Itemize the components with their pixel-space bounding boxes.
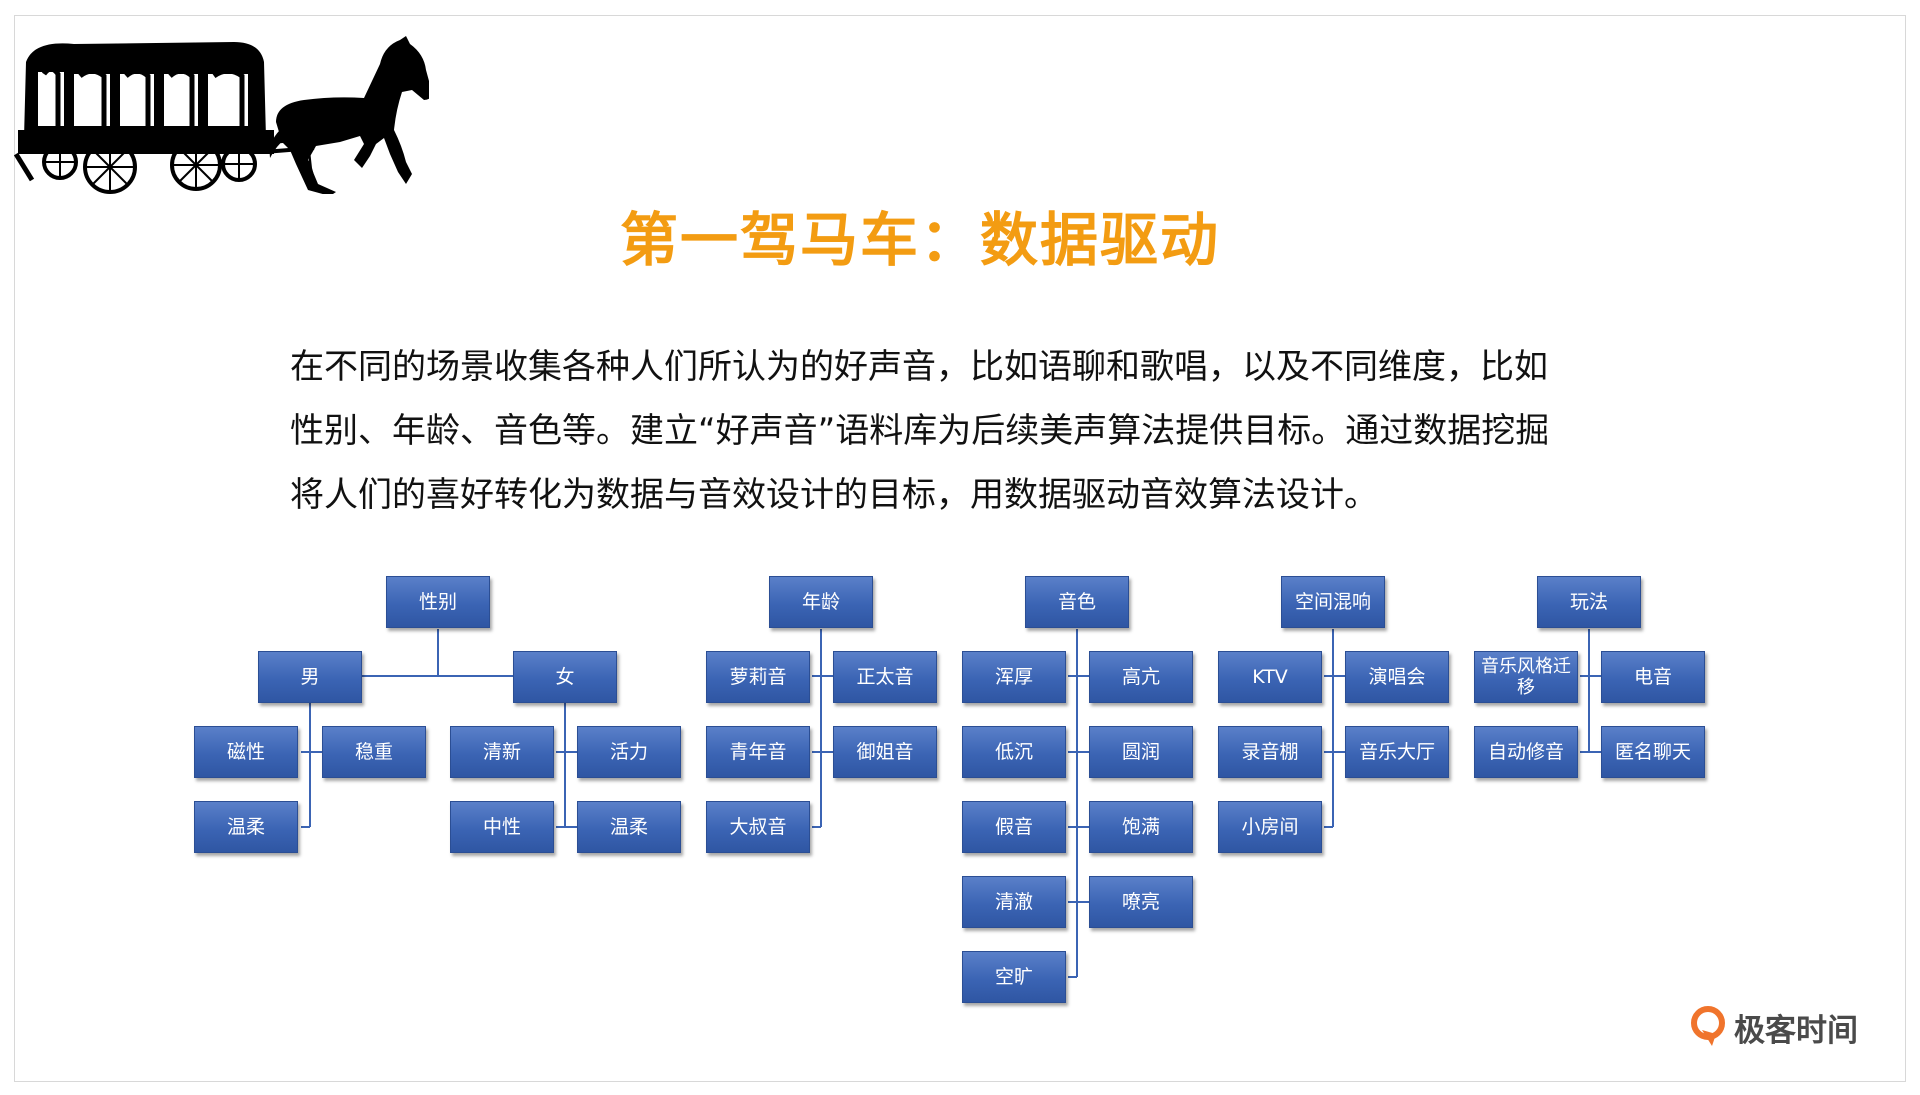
node-timbre-item: 饱满 [1089, 801, 1193, 853]
node-timbre-item: 浑厚 [962, 651, 1066, 703]
geektime-logo: 极客时间 [1690, 1005, 1858, 1049]
slide: 第一驾马车：数据驱动 在不同的场景收集各种人们所认为的好声音，比如语聊和歌唱，以… [0, 0, 1920, 1095]
node-timbre-item: 假音 [962, 801, 1066, 853]
node-timbre-root: 音色 [1025, 576, 1129, 628]
node-male: 男 [258, 651, 362, 703]
node-age-item: 正太音 [833, 651, 937, 703]
node-timbre-item: 空旷 [962, 951, 1066, 1003]
node-play-item: 匿名聊天 [1601, 726, 1705, 778]
node-timbre-item: 低沉 [962, 726, 1066, 778]
logo-text: 极客时间 [1734, 1012, 1858, 1049]
node-female-item: 清新 [450, 726, 554, 778]
node-gender-root: 性别 [386, 576, 490, 628]
node-male-item: 磁性 [194, 726, 298, 778]
node-age-item: 御姐音 [833, 726, 937, 778]
node-male-item: 稳重 [322, 726, 426, 778]
node-age-root: 年龄 [769, 576, 873, 628]
node-timbre-item: 圆润 [1089, 726, 1193, 778]
node-male-item: 温柔 [194, 801, 298, 853]
node-timbre-item: 高亢 [1089, 651, 1193, 703]
node-timbre-item: 清澈 [962, 876, 1066, 928]
node-female-item: 温柔 [577, 801, 681, 853]
node-age-item: 大叔音 [706, 801, 810, 853]
node-play-item: 自动修音 [1474, 726, 1578, 778]
node-female-item: 活力 [577, 726, 681, 778]
tree-connectors [301, 629, 1601, 978]
node-reverb-item: KTV [1218, 651, 1322, 703]
node-female-item: 中性 [450, 801, 554, 853]
node-play-item: 音乐风格迁移 [1474, 651, 1578, 703]
node-reverb-root: 空间混响 [1281, 576, 1385, 628]
node-reverb-item: 小房间 [1218, 801, 1322, 853]
node-timbre-item: 嘹亮 [1089, 876, 1193, 928]
node-reverb-item: 音乐大厅 [1345, 726, 1449, 778]
node-female: 女 [513, 651, 617, 703]
node-reverb-item: 演唱会 [1345, 651, 1449, 703]
node-age-item: 萝莉音 [706, 651, 810, 703]
node-reverb-item: 录音棚 [1218, 726, 1322, 778]
node-age-item: 青年音 [706, 726, 810, 778]
geektime-logo-icon [1691, 1006, 1725, 1046]
node-play-root: 玩法 [1537, 576, 1641, 628]
node-play-item: 电音 [1601, 651, 1705, 703]
